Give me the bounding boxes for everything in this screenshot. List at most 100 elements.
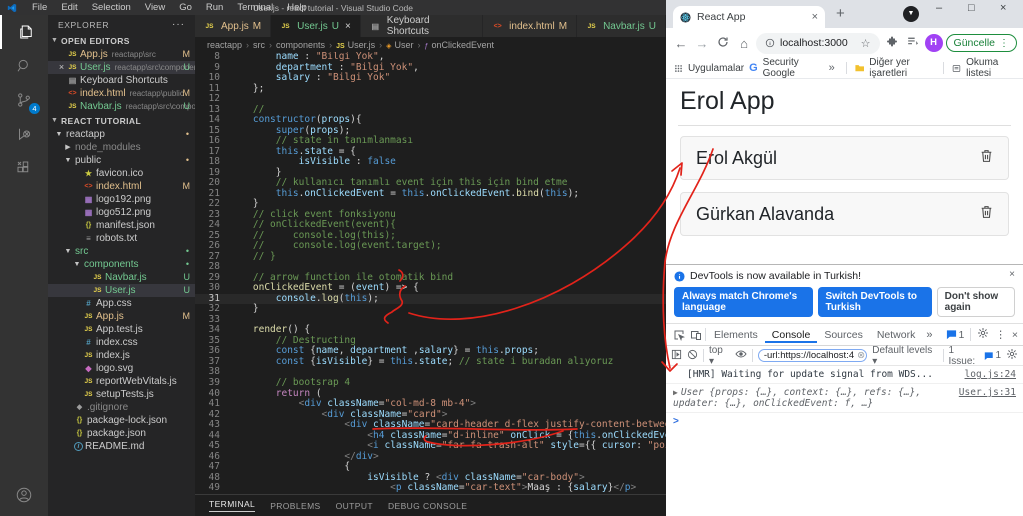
menu-help[interactable]: Help (280, 0, 314, 15)
tree-file[interactable]: {}package.json (48, 427, 195, 440)
back-icon[interactable]: ← (672, 36, 690, 51)
devtools-tab-elements[interactable]: Elements (707, 326, 765, 343)
extension-puzzle-icon[interactable] (883, 36, 901, 51)
bookmark-security-google[interactable]: Security Google (763, 57, 821, 79)
inspect-element-icon[interactable] (671, 329, 687, 341)
search-icon[interactable] (0, 49, 48, 83)
tree-file[interactable]: <>index.htmlM (48, 180, 195, 193)
panel-tab-terminal[interactable]: TERMINAL (209, 499, 255, 512)
apps-grid-icon[interactable] (674, 63, 683, 74)
console-filter-input[interactable]: -url:https://localhost:4⊗ (758, 349, 867, 362)
devtools-menu-icon[interactable]: ⋮ (995, 329, 1006, 341)
tree-file[interactable]: JSindex.js (48, 349, 195, 362)
forward-icon[interactable]: → (693, 36, 711, 51)
menu-edit[interactable]: Edit (54, 0, 84, 15)
notice-button-3[interactable]: Don't show again (937, 287, 1015, 317)
editor-tab-index-html[interactable]: <>index.htmlM (483, 15, 577, 37)
menu-view[interactable]: View (138, 0, 172, 15)
tree-file[interactable]: ≡robots.txt (48, 232, 195, 245)
breadcrumb-item[interactable]: components (276, 40, 325, 50)
devtools-tab-console[interactable]: Console (765, 326, 818, 343)
tree-file[interactable]: {}manifest.json (48, 219, 195, 232)
tree-file[interactable]: #App.css (48, 297, 195, 310)
tree-file[interactable]: iREADME.md (48, 440, 195, 453)
clear-filter-icon[interactable]: ⊗ (857, 350, 865, 361)
tree-file[interactable]: ◆logo.svg (48, 362, 195, 375)
code-editor[interactable]: 8 name : "Bilgi Yok",9 department : "Bil… (195, 52, 666, 494)
close-icon[interactable]: × (56, 61, 67, 74)
devtools-tab-sources[interactable]: Sources (817, 326, 870, 343)
expand-triangle-icon[interactable]: ▶ (673, 388, 678, 397)
tree-file[interactable]: ▦logo192.png (48, 193, 195, 206)
new-tab-icon[interactable]: + (836, 5, 845, 22)
open-editor-item[interactable]: <>index.htmlreactapp\publicM (48, 87, 195, 100)
notice-button-2[interactable]: Switch DevTools to Turkish (818, 287, 932, 317)
profile-avatar[interactable]: H (925, 34, 943, 52)
tree-folder[interactable]: ▼components• (48, 258, 195, 271)
breadcrumb-item[interactable]: ƒonClickedEvent (425, 40, 494, 50)
open-editor-item[interactable]: ▤Keyboard Shortcuts (48, 74, 195, 87)
tree-file[interactable]: ★favicon.ico (48, 167, 195, 180)
console-context-select[interactable]: top ▾ (709, 345, 730, 367)
editor-tab-app-js[interactable]: JSApp.jsM (195, 15, 271, 37)
editor-tab-navbar-js[interactable]: JSNavbar.jsU (577, 15, 666, 37)
bookmarks-overflow-icon[interactable]: » (829, 62, 835, 74)
tree-folder[interactable]: ▼reactapp• (48, 128, 195, 141)
tree-folder[interactable]: ▶node_modules (48, 141, 195, 154)
address-bar[interactable]: localhost:3000 ☆ (756, 33, 880, 54)
bookmark-apps[interactable]: Uygulamalar (688, 63, 744, 74)
tree-file[interactable]: #index.css (48, 336, 195, 349)
minimize-icon[interactable]: – (936, 2, 942, 14)
bookmark-other[interactable]: Diğer yer işaretleri (869, 57, 935, 79)
log-levels-select[interactable]: Default levels ▾ (872, 345, 937, 367)
tab-search-icon[interactable]: ▼ (903, 6, 919, 22)
devtools-settings-icon[interactable] (977, 327, 989, 342)
editor-tab-user-js[interactable]: JSUser.jsU× (271, 15, 361, 37)
panel-tab-problems[interactable]: PROBLEMS (270, 501, 320, 511)
editor-tab-keyboard-shortcuts[interactable]: ▤Keyboard Shortcuts (361, 15, 483, 37)
tab-close-icon[interactable]: × (812, 11, 818, 23)
user-card[interactable]: Gürkan Alavanda (680, 192, 1009, 236)
tree-file[interactable]: JSUser.jsU (48, 284, 195, 297)
bookmark-reading-list[interactable]: Okuma listesi (966, 57, 1015, 79)
reload-icon[interactable] (714, 36, 732, 51)
issues-counter[interactable]: 1 Issue:1 (948, 345, 1001, 367)
breadcrumb-item[interactable]: JSUser.js (336, 40, 375, 50)
menu-go[interactable]: Go (172, 0, 199, 15)
open-editors-section[interactable]: ▼OPEN EDITORS (48, 33, 195, 48)
tab-close-icon[interactable]: × (345, 21, 351, 32)
source-link[interactable]: User.js:31 (959, 387, 1016, 398)
explorer-more-icon[interactable]: ··· (172, 19, 185, 30)
panel-tab-output[interactable]: OUTPUT (336, 501, 373, 511)
open-editor-item[interactable]: JSApp.jsreactapp\srcM (48, 48, 195, 61)
devtools-tab-network[interactable]: Network (870, 326, 923, 343)
source-control-icon[interactable]: 4 (0, 83, 48, 117)
breadcrumb-item[interactable]: ◈User (386, 40, 413, 50)
console-prompt[interactable]: > (666, 413, 1023, 430)
chrome-menu-icon[interactable]: ⋮ (999, 38, 1009, 49)
tree-file[interactable]: JSreportWebVitals.js (48, 375, 195, 388)
chrome-update-button[interactable]: Güncelle⋮ (946, 34, 1017, 52)
devtools-more-tabs-icon[interactable]: » (926, 329, 932, 341)
console-sidebar-icon[interactable] (671, 349, 682, 363)
breadcrumb-item[interactable]: reactapp (207, 40, 242, 50)
notice-close-icon[interactable]: × (1009, 269, 1015, 280)
eye-icon[interactable] (735, 348, 747, 363)
maximize-icon[interactable]: □ (968, 2, 975, 14)
device-toolbar-icon[interactable] (688, 329, 704, 341)
trash-icon[interactable] (980, 149, 993, 168)
breadcrumb[interactable]: reactapp›src›components›JSUser.js›◈User›… (195, 37, 666, 52)
url-text[interactable]: localhost:3000 (780, 37, 856, 49)
tree-folder[interactable]: ▼src• (48, 245, 195, 258)
notice-button-1[interactable]: Always match Chrome's language (674, 287, 813, 317)
tree-file[interactable]: JSApp.test.js (48, 323, 195, 336)
tree-file[interactable]: ▦logo512.png (48, 206, 195, 219)
console-settings-icon[interactable] (1006, 348, 1018, 363)
explorer-icon[interactable] (0, 15, 50, 49)
menu-run[interactable]: Run (199, 0, 230, 15)
tree-file[interactable]: JSNavbar.jsU (48, 271, 195, 284)
open-editor-item[interactable]: ×JSUser.jsreactapp\src\componentsU (48, 61, 195, 74)
run-debug-icon[interactable] (0, 117, 48, 151)
clear-console-icon[interactable] (687, 349, 698, 363)
panel-tab-debug-console[interactable]: DEBUG CONSOLE (388, 501, 467, 511)
